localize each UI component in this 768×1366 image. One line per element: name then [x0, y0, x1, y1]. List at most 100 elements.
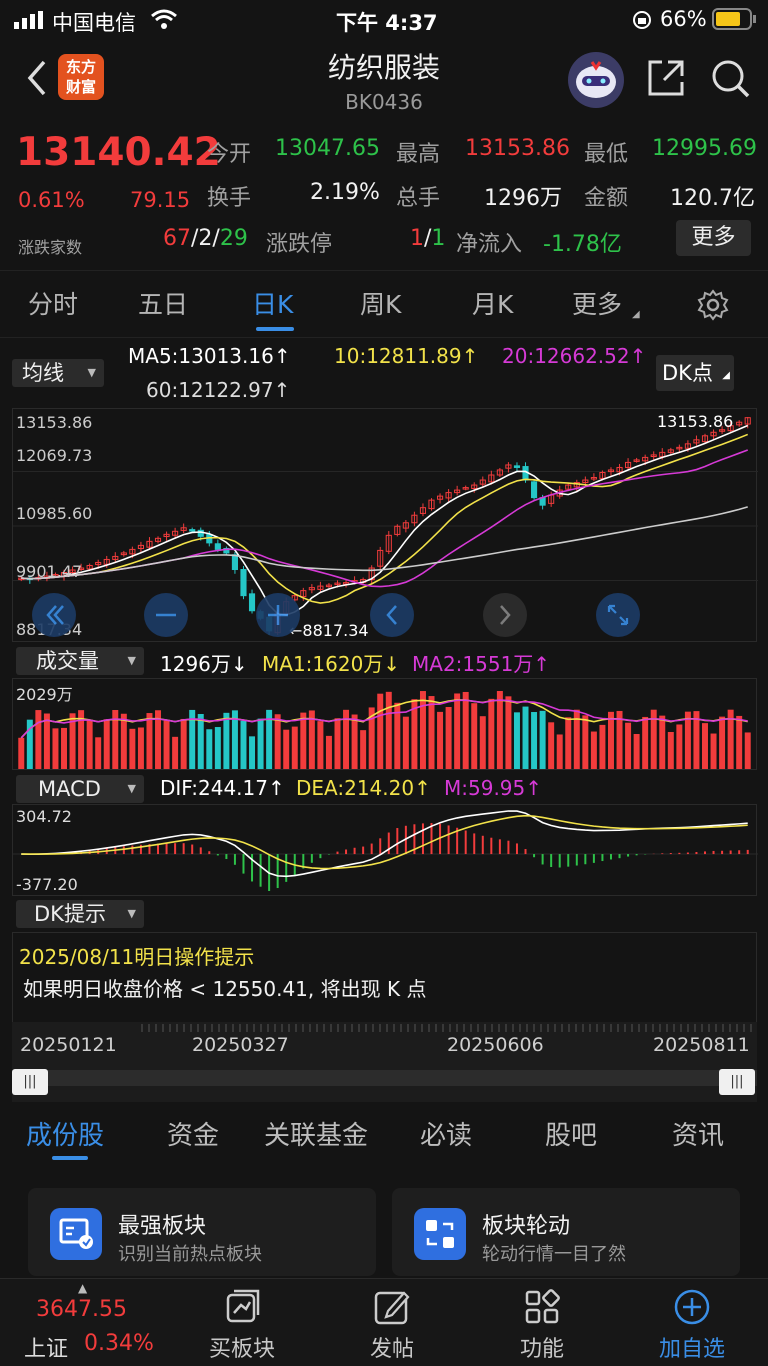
- index-value[interactable]: 3647.55: [36, 1297, 127, 1322]
- share-icon[interactable]: [646, 58, 686, 102]
- clock: 下午 4:37: [336, 11, 438, 35]
- dk-point-button[interactable]: DK点 ◢: [656, 355, 734, 391]
- low-value: 12995.69: [652, 136, 757, 161]
- volume-bar: [471, 703, 478, 769]
- tab-related-funds[interactable]: 关联基金: [264, 1115, 368, 1152]
- volume-bar: [428, 696, 435, 769]
- volume-bar: [522, 706, 529, 769]
- tab-forum[interactable]: 股吧: [545, 1115, 597, 1152]
- tab-more[interactable]: 更多: [572, 285, 622, 321]
- settings-gear-icon[interactable]: [697, 289, 729, 325]
- tab-five-day[interactable]: 五日: [138, 285, 188, 321]
- volume-ma1: MA1:1620万↓: [262, 652, 401, 676]
- candle-body: [248, 593, 256, 612]
- strongest-sector-subtitle: 识别当前热点板块: [118, 1244, 262, 1265]
- fullscreen-button[interactable]: [596, 593, 640, 637]
- limit-up-count: 1: [410, 226, 424, 251]
- nav-post[interactable]: 发帖: [332, 1279, 452, 1363]
- tab-constituents[interactable]: 成份股: [26, 1115, 104, 1152]
- volume-svg: [18, 691, 751, 769]
- scroll-left-button[interactable]: [370, 593, 414, 637]
- macd-selector[interactable]: MACD ▼: [16, 775, 144, 803]
- tab-daily-k[interactable]: 日K: [252, 285, 293, 321]
- nav-functions[interactable]: 功能: [482, 1279, 602, 1363]
- dk-point-label: DK点: [662, 361, 713, 385]
- timeline-left-handle[interactable]: |||: [12, 1069, 48, 1095]
- kline-y-2: 12069.73: [16, 446, 93, 465]
- ma-selector[interactable]: 均线 ▼: [12, 359, 104, 387]
- volume-chart[interactable]: 2029万: [12, 678, 757, 770]
- robot-assistant-icon[interactable]: [568, 52, 624, 108]
- buy-sector-icon: [226, 1289, 260, 1323]
- sector-rotation-card[interactable]: 板块轮动 轮动行情一目了然: [392, 1188, 740, 1276]
- volume-bar: [172, 736, 179, 769]
- timeline-track: [12, 1070, 757, 1086]
- volume-bar: [137, 727, 144, 769]
- volume-bar: [197, 714, 204, 769]
- tab-news[interactable]: 资讯: [672, 1115, 724, 1152]
- candle-body: [189, 529, 196, 532]
- volume-current: 1296万↓: [160, 652, 248, 676]
- nav-buy-sector[interactable]: 买板块: [182, 1279, 302, 1363]
- volume-bar: [402, 716, 409, 769]
- edit-icon: [374, 1291, 410, 1325]
- expand-up-icon[interactable]: ▲: [78, 1281, 87, 1295]
- ma10-value: 10:12811.89↑: [334, 344, 479, 368]
- dk-hint-selector-label: DK提示: [34, 902, 106, 926]
- timeline-slider[interactable]: 20250121 20250327 20250606 20250811 ||| …: [12, 1022, 757, 1102]
- volume-bar: [633, 734, 640, 769]
- candle-body: [531, 481, 538, 499]
- high-marker: 13153.86: [657, 412, 734, 431]
- bottom-tab-indicator: [52, 1156, 88, 1160]
- volume-bar: [214, 727, 221, 769]
- volume-bar: [206, 729, 213, 769]
- more-button[interactable]: 更多: [676, 220, 751, 256]
- zoom-out-button[interactable]: [144, 593, 188, 637]
- tab-monthly-k[interactable]: 月K: [472, 285, 513, 321]
- volume-bar: [61, 727, 67, 769]
- tab-weekly-k[interactable]: 周K: [360, 285, 401, 321]
- x-tick-1: 20250121: [20, 1034, 117, 1056]
- scroll-fast-left-button[interactable]: [32, 593, 76, 637]
- dk-hint-message: 如果明日收盘价格 < 12550.41, 将出现 K 点: [23, 977, 427, 1001]
- down-count: 29: [219, 226, 248, 251]
- low-marker: ←8817.34: [289, 621, 369, 640]
- volume-bar: [223, 712, 230, 769]
- zoom-in-button[interactable]: [256, 593, 300, 637]
- up-count: 67: [163, 226, 191, 251]
- chart-board-icon: [50, 1208, 102, 1260]
- macd-svg: [13, 810, 758, 891]
- volume-bar: [719, 716, 726, 769]
- volume-bar: [539, 710, 546, 769]
- volume-bar: [505, 696, 512, 769]
- nav-add-watchlist-label: 加自选: [658, 1337, 725, 1362]
- strongest-sector-card[interactable]: 最强板块 识别当前热点板块: [28, 1188, 376, 1276]
- volume-bar: [445, 707, 452, 769]
- volume-bar: [325, 735, 332, 769]
- macd-selector-label: MACD: [38, 777, 101, 801]
- app-header: 东方 财富 纺织服装 BK0436: [0, 40, 768, 120]
- x-tick-2: 20250327: [192, 1034, 289, 1056]
- tab-intraday[interactable]: 分时: [28, 285, 78, 321]
- amount-label: 金额: [584, 186, 629, 211]
- tab-must-read[interactable]: 必读: [420, 1115, 472, 1152]
- timeline-right-handle[interactable]: |||: [719, 1069, 755, 1095]
- updown-count-label: 涨跌家数: [18, 238, 83, 257]
- volume-bar: [479, 716, 486, 769]
- macd-dif: DIF:244.17↑: [160, 776, 285, 800]
- nav-add-watchlist[interactable]: 加自选: [632, 1279, 752, 1363]
- volume-bar: [146, 713, 153, 769]
- macd-chart[interactable]: 304.72 -377.20: [12, 804, 758, 896]
- search-icon[interactable]: [710, 58, 752, 104]
- volume-selector[interactable]: 成交量 ▼: [16, 647, 144, 675]
- volume-bar: [556, 734, 563, 769]
- active-tab-indicator: [256, 327, 294, 331]
- scroll-right-button[interactable]: [483, 593, 527, 637]
- grid-icon: [525, 1289, 560, 1324]
- timeline-ticks: [141, 1024, 752, 1032]
- volume-bar: [120, 713, 127, 769]
- more-dropdown-icon: ◢: [632, 309, 640, 320]
- tab-capital[interactable]: 资金: [167, 1115, 219, 1152]
- volume-bar: [129, 728, 136, 769]
- dk-hint-selector[interactable]: DK提示 ▼: [16, 900, 144, 928]
